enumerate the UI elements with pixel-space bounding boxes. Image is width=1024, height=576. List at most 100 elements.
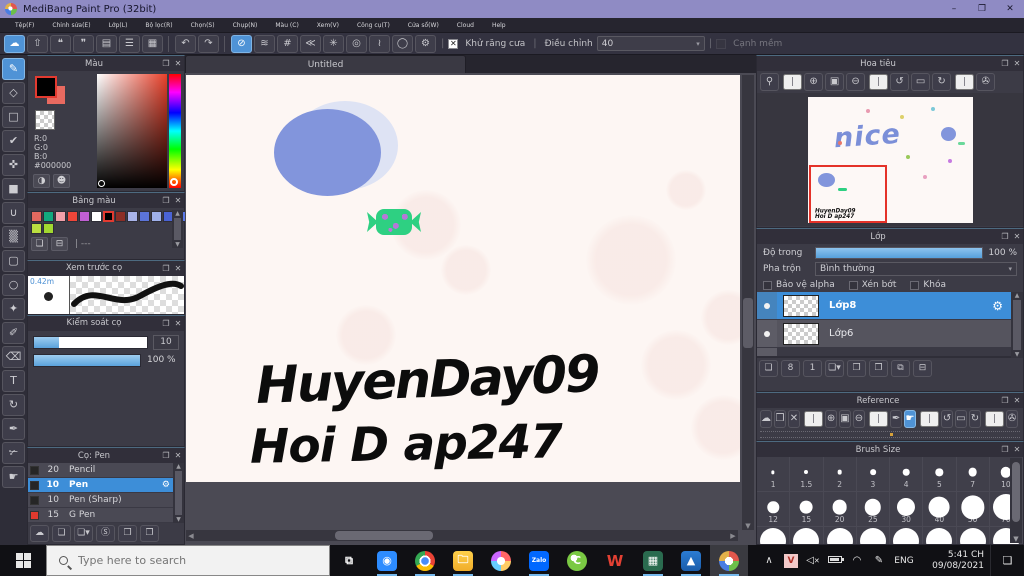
palette-mode-button[interactable]: ◑ <box>33 174 50 188</box>
close-icon[interactable]: ✕ <box>172 196 184 205</box>
list-button[interactable]: ☰ <box>119 34 140 53</box>
divide-tool[interactable]: ✃ <box>2 442 25 464</box>
brush-list-item[interactable]: 10 Pen ⚙ <box>28 478 184 493</box>
popout-icon[interactable]: ❐ <box>999 232 1011 241</box>
brush-add-button[interactable]: ❏ <box>52 525 71 542</box>
menu-item[interactable]: Lớp(L) <box>100 22 137 29</box>
paint-app-icon[interactable] <box>482 545 520 576</box>
brush-size-scrollbar[interactable]: ▼ <box>1010 458 1022 543</box>
skin-color-button[interactable]: ☻ <box>53 174 70 188</box>
snap-settings-button[interactable]: ⚙ <box>415 34 436 53</box>
scroll-up-icon[interactable]: ▲ <box>176 463 181 470</box>
popout-icon[interactable]: ❐ <box>160 319 172 328</box>
layer-row-partial[interactable] <box>757 348 1023 356</box>
palette-swatch[interactable] <box>67 211 78 222</box>
brush-list-item[interactable]: 15 G Pen <box>28 508 184 523</box>
close-icon[interactable]: ✕ <box>1011 59 1023 68</box>
brush-folder-button[interactable]: ❒ <box>118 525 137 542</box>
close-button[interactable]: ✕ <box>996 0 1024 18</box>
tray-v-app-icon[interactable]: V <box>780 553 802 568</box>
palette-swatch[interactable] <box>127 211 138 222</box>
palette-swatch[interactable] <box>115 211 126 222</box>
medibang-icon[interactable] <box>710 545 748 576</box>
layer-add-8bit-button[interactable]: 8 <box>781 360 800 377</box>
snap-vanishing-button[interactable]: ≪ <box>300 34 321 53</box>
soft-edge-checkbox[interactable] <box>716 38 727 49</box>
palette-swatch[interactable] <box>139 211 150 222</box>
scroll-down-icon[interactable]: ▼ <box>742 522 754 530</box>
menu-item[interactable]: Tệp(F) <box>6 22 43 29</box>
brush-size-cell[interactable]: 1.5 <box>790 457 824 492</box>
scroll-left-icon[interactable]: ◀ <box>186 532 196 540</box>
zoom-app-icon[interactable]: ◉ <box>368 545 406 576</box>
menu-item[interactable]: Màu (C) <box>266 22 307 29</box>
menu-item[interactable]: Help <box>483 22 515 29</box>
pen-settings-icon[interactable]: ✎ <box>868 555 890 566</box>
brush-add-menu-button[interactable]: ❏▾ <box>74 525 93 542</box>
close-icon[interactable]: ✕ <box>1011 232 1023 241</box>
scroll-right-icon[interactable]: ▶ <box>728 532 738 540</box>
blend-mode-dropdown[interactable]: Bình thường ▾ <box>815 262 1017 276</box>
correction-dropdown[interactable]: 40 ▾ <box>596 36 705 51</box>
nav-rotate-right-button[interactable]: ↻ <box>932 73 952 91</box>
sv-cursor[interactable] <box>98 180 105 187</box>
eyedropper-tool[interactable]: ✒ <box>2 418 25 440</box>
layer-row[interactable]: Lớp8 ⚙ <box>757 292 1023 320</box>
document-tab[interactable]: Untitled <box>185 55 466 73</box>
lock-checkbox[interactable] <box>910 280 920 290</box>
nav-rotate-left-button[interactable]: ↺ <box>890 73 910 91</box>
layer-visibility-toggle[interactable] <box>757 320 777 347</box>
popout-icon[interactable]: ❐ <box>999 59 1011 68</box>
brush-size-field[interactable]: 10 <box>153 334 179 350</box>
menu-item[interactable]: Bộ lọc(R) <box>136 22 181 29</box>
antialias-checkbox[interactable]: ✕ <box>448 38 459 49</box>
popout-icon[interactable]: ❐ <box>999 396 1011 405</box>
magic-wand-tool[interactable]: ✦ <box>2 298 25 320</box>
scroll-down-icon[interactable]: ▼ <box>1015 351 1020 358</box>
ref-clear-button[interactable]: ✕ <box>787 410 800 428</box>
brush-size-cell[interactable] <box>757 527 791 544</box>
palette-swatch[interactable] <box>151 211 162 222</box>
brush-settings-gear-icon[interactable]: ⚙ <box>162 480 170 490</box>
minimize-button[interactable]: – <box>940 0 968 18</box>
snap-parallel-button[interactable]: ≋ <box>254 34 275 53</box>
menu-item[interactable]: Cloud <box>448 22 483 29</box>
move-tool[interactable]: ✜ <box>2 154 25 176</box>
ref-hand-button[interactable]: ☛ <box>904 410 916 428</box>
rotate-view-tool[interactable]: ↻ <box>2 394 25 416</box>
brush-size-slider[interactable] <box>33 335 148 349</box>
brush-size-cell[interactable]: 5 <box>923 457 957 492</box>
menu-item[interactable]: Công cụ(T) <box>348 22 399 29</box>
layer-settings-gear-icon[interactable]: ⚙ <box>992 299 1003 313</box>
brush-cloud-button[interactable]: ☁ <box>30 525 49 542</box>
layer-delete-button[interactable]: ⊟ <box>913 360 932 377</box>
gradient-tool[interactable]: ▒ <box>2 226 25 248</box>
layer-add-menu-button[interactable]: ❏▾ <box>825 360 844 377</box>
palette-swatch[interactable] <box>43 223 54 234</box>
brush-size-cell[interactable]: 12 <box>757 492 791 527</box>
close-icon[interactable]: ✕ <box>172 451 184 460</box>
palette-scrollbar[interactable]: ▲ ▼ <box>172 210 183 248</box>
clipping-checkbox[interactable] <box>848 280 858 290</box>
brush-script-button[interactable]: Ⓢ <box>96 525 115 542</box>
nav-zoom-out-button[interactable]: ⊖ <box>846 73 866 91</box>
photos-icon[interactable]: ▲ <box>672 545 710 576</box>
menu-item[interactable]: Cửa sổ(W) <box>399 22 448 29</box>
hand-tool[interactable]: ☛ <box>2 466 25 488</box>
popout-icon[interactable]: ❐ <box>160 59 172 68</box>
canvas-vertical-scrollbar[interactable]: ▼ <box>742 75 754 530</box>
popout-icon[interactable]: ❐ <box>160 451 172 460</box>
navigator-viewport-rect[interactable]: HuyenDay09 Hoi D ap247 <box>808 164 887 223</box>
delete-palette-color-button[interactable]: ⊟ <box>51 237 68 251</box>
document-button[interactable]: ▤ <box>96 34 117 53</box>
control-point-tool[interactable]: ✔ <box>2 130 25 152</box>
toolbar-separator[interactable] <box>168 35 170 52</box>
menu-item[interactable]: Xem(V) <box>308 22 348 29</box>
saturation-value-picker[interactable] <box>97 74 167 188</box>
brush-tool[interactable]: ✎ <box>2 58 25 80</box>
brush-size-cell[interactable]: 15 <box>790 492 824 527</box>
brush-size-cell[interactable]: 25 <box>856 492 890 527</box>
taskbar-search[interactable] <box>46 545 330 576</box>
palette-swatch[interactable] <box>43 211 54 222</box>
navigator-thumbnail[interactable]: nice HuyenDay09 Hoi D ap247 <box>807 96 973 223</box>
